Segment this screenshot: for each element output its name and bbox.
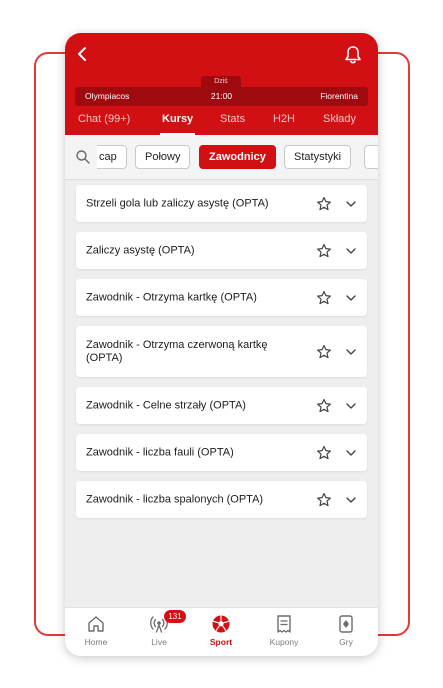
market-row[interactable]: Zawodnik - Otrzyma czerwoną kartkę (OPTA… [76, 326, 367, 377]
market-label: Zawodnik - liczba fauli (OPTA) [86, 446, 234, 458]
match-tabs: Chat (99+) Kursy Stats H2H Składy [65, 111, 378, 135]
market-filter-bar: cap Połowy Zawodnicy Statystyki [65, 135, 378, 180]
nav-label-gry: Gry [339, 637, 353, 647]
chevron-down-icon[interactable] [345, 400, 357, 412]
nav-label-sport: Sport [209, 637, 233, 647]
nav-label-live: Live [151, 637, 167, 647]
chevron-down-icon[interactable] [345, 346, 357, 358]
match-header: Dziś 21:00 Olympiacos Fiorentina Chat (9… [65, 33, 378, 135]
nav-gry[interactable]: Gry [315, 608, 377, 656]
search-icon[interactable] [75, 149, 91, 165]
tab-chat[interactable]: Chat (99+) [78, 111, 130, 135]
nav-kupony[interactable]: Kupony [253, 608, 315, 656]
match-date-label: Dziś [201, 76, 241, 87]
football-icon [212, 615, 230, 633]
market-label: Zawodnik - Otrzyma kartkę (OPTA) [86, 291, 257, 303]
market-row[interactable]: Zawodnik - Celne strzały (OPTA) [76, 387, 367, 424]
coupon-icon [277, 615, 291, 633]
nav-sport[interactable]: Sport [190, 608, 252, 656]
star-favorite-icon[interactable] [316, 492, 332, 508]
market-label: Strzeli gola lub zaliczy asystę (OPTA) [86, 197, 269, 209]
market-row[interactable]: Zawodnik - Otrzyma kartkę (OPTA) [76, 279, 367, 316]
nav-home[interactable]: Home [65, 608, 127, 656]
filter-chip-polowy[interactable]: Połowy [135, 145, 191, 169]
star-favorite-icon[interactable] [316, 344, 332, 360]
filter-chip-scroller[interactable]: cap Połowy Zawodnicy Statystyki [97, 135, 378, 180]
chevron-down-icon[interactable] [345, 292, 357, 304]
tab-kursy[interactable]: Kursy [159, 111, 196, 135]
match-info-bar: 21:00 Olympiacos Fiorentina [75, 87, 368, 106]
star-favorite-icon[interactable] [316, 290, 332, 306]
market-row[interactable]: Strzeli gola lub zaliczy asystę (OPTA) [76, 185, 367, 222]
market-row[interactable]: Zawodnik - liczba fauli (OPTA) [76, 434, 367, 471]
away-team-name: Fiorentina [320, 91, 358, 101]
nav-live[interactable]: 131 Live [128, 608, 190, 656]
filter-chip-next[interactable] [364, 145, 378, 169]
chevron-down-icon[interactable] [345, 447, 357, 459]
star-favorite-icon[interactable] [316, 445, 332, 461]
chevron-down-icon[interactable] [345, 198, 357, 210]
market-label: Zawodnik - Celne strzały (OPTA) [86, 399, 246, 411]
cards-icon [339, 615, 353, 633]
filter-chip-zawodnicy[interactable]: Zawodnicy [199, 145, 276, 169]
tab-sklady[interactable]: Składy [323, 111, 356, 135]
market-label: Zawodnik - Otrzyma czerwoną kartkę (OPTA… [86, 338, 268, 364]
star-favorite-icon[interactable] [316, 243, 332, 259]
chevron-down-icon[interactable] [345, 494, 357, 506]
nav-label-kupony: Kupony [269, 637, 299, 647]
market-label: Zaliczy asystę (OPTA) [86, 244, 195, 256]
nav-label-home: Home [84, 637, 108, 647]
chevron-down-icon[interactable] [345, 245, 357, 257]
home-team-name: Olympiacos [85, 91, 130, 101]
market-row[interactable]: Zaliczy asystę (OPTA) [76, 232, 367, 269]
filter-chip-handicap[interactable]: cap [97, 145, 127, 169]
back-arrow-icon[interactable] [73, 43, 91, 65]
bottom-navigation: Home 131 Live Sport Kupony Gry [65, 607, 378, 656]
phone-screen: Dziś 21:00 Olympiacos Fiorentina Chat (9… [65, 33, 378, 656]
market-row[interactable]: Zawodnik - liczba spalonych (OPTA) [76, 481, 367, 518]
tab-h2h[interactable]: H2H [273, 111, 295, 135]
star-favorite-icon[interactable] [316, 398, 332, 414]
filter-chip-statystyki[interactable]: Statystyki [284, 145, 352, 169]
live-count-badge: 131 [164, 610, 186, 623]
market-label: Zawodnik - liczba spalonych (OPTA) [86, 493, 264, 505]
star-favorite-icon[interactable] [316, 196, 332, 212]
tab-stats[interactable]: Stats [220, 111, 245, 135]
bell-icon[interactable] [343, 45, 363, 65]
home-icon [88, 616, 104, 632]
